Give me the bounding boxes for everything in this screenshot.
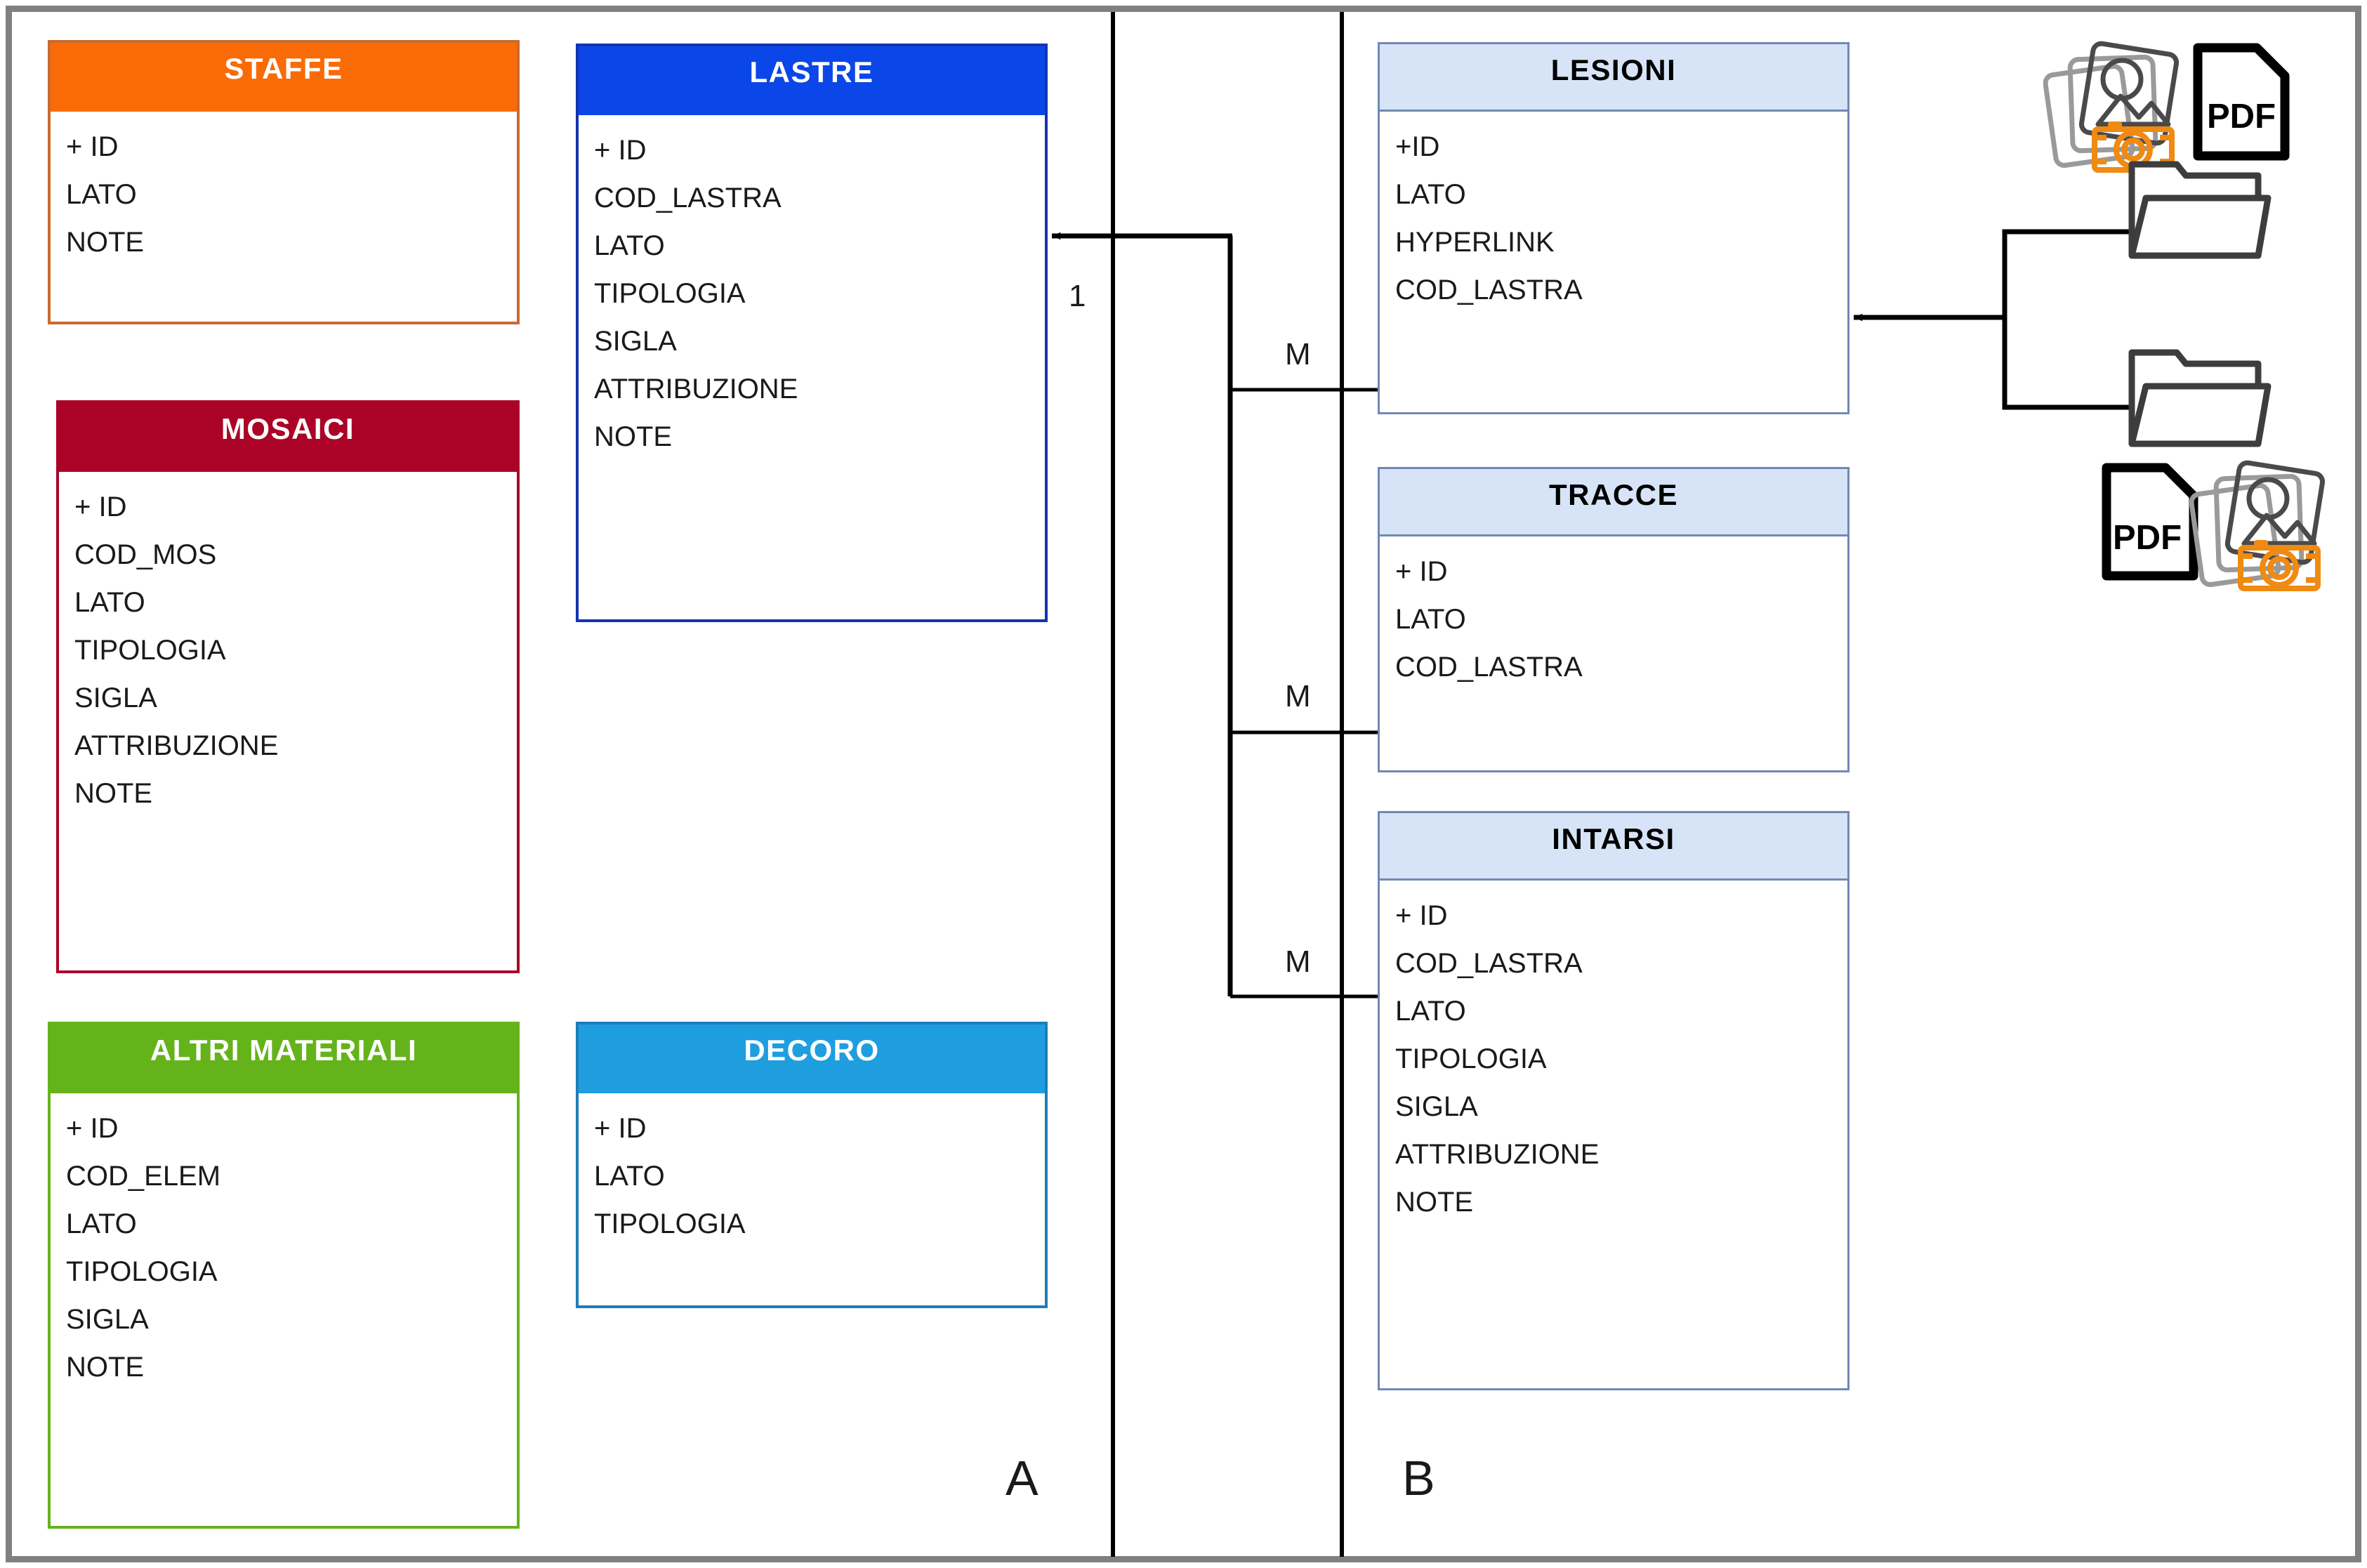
field: LATO (66, 1208, 137, 1239)
pdf-document-icon: PDF (2102, 463, 2198, 581)
field: + ID (66, 1113, 119, 1144)
entity-mosaici-title: MOSAICI (59, 403, 517, 472)
er-diagram-canvas: A B 1 M M M STAFFE + ID LATO NOTE MOSAIC… (0, 0, 2367, 1568)
entity-staffe[interactable]: STAFFE + ID LATO NOTE (48, 40, 520, 324)
entity-lastre-title: LASTRE (579, 46, 1045, 115)
field: NOTE (66, 1352, 145, 1383)
field: TIPOLOGIA (594, 1208, 746, 1239)
entity-tracce-title: TRACCE (1380, 469, 1847, 536)
field: ATTRIBUZIONE (74, 730, 279, 761)
field: + ID (1395, 556, 1448, 587)
field: NOTE (66, 227, 145, 258)
entity-altri-materiali-title: ALTRI MATERIALI (51, 1025, 517, 1093)
field: HYPERLINK (1395, 227, 1555, 258)
field: + ID (66, 131, 119, 162)
field: + ID (74, 492, 127, 522)
attachment-cluster-top: PDF (2036, 21, 2345, 259)
field: ATTRIBUZIONE (594, 374, 798, 404)
field: SIGLA (74, 683, 157, 713)
field: COD_LASTRA (1395, 652, 1583, 683)
field: SIGLA (1395, 1091, 1478, 1122)
field: LATO (1395, 604, 1466, 635)
field: +ID (1395, 131, 1440, 162)
entity-lesioni-fields: +ID LATO HYPERLINK COD_LASTRA (1380, 112, 1847, 327)
entity-lastre-fields: + ID COD_LASTRA LATO TIPOLOGIA SIGLA ATT… (579, 115, 1045, 473)
field: ATTRIBUZIONE (1395, 1139, 1600, 1170)
cardinality-many-lesioni: M (1285, 337, 1311, 371)
pdf-label: PDF (2207, 98, 2276, 136)
field: COD_LASTRA (1395, 275, 1583, 305)
field: TIPOLOGIA (74, 635, 226, 666)
field: COD_LASTRA (594, 183, 782, 213)
entity-staffe-title: STAFFE (51, 43, 517, 112)
field: LATO (594, 230, 665, 261)
field: COD_ELEM (66, 1161, 221, 1192)
entity-lesioni[interactable]: LESIONI +ID LATO HYPERLINK COD_LASTRA (1378, 42, 1850, 414)
entity-altri-materiali[interactable]: ALTRI MATERIALI + ID COD_ELEM LATO TIPOL… (48, 1022, 520, 1529)
panel-label-b: B (1402, 1451, 1435, 1506)
field: LATO (66, 179, 137, 210)
field: TIPOLOGIA (66, 1256, 218, 1287)
entity-intarsi-fields: + ID COD_LASTRA LATO TIPOLOGIA SIGLA ATT… (1380, 881, 1847, 1239)
field: COD_MOS (74, 539, 217, 570)
entity-altri-materiali-fields: + ID COD_ELEM LATO TIPOLOGIA SIGLA NOTE (51, 1093, 517, 1404)
entity-intarsi[interactable]: INTARSI + ID COD_LASTRA LATO TIPOLOGIA S… (1378, 811, 1850, 1390)
field: LATO (1395, 179, 1466, 210)
field: NOTE (74, 778, 153, 809)
field: NOTE (594, 421, 673, 452)
field: NOTE (1395, 1187, 1474, 1218)
entity-intarsi-title: INTARSI (1380, 813, 1847, 881)
attachment-cluster-bottom: PDF (2036, 309, 2345, 597)
field: SIGLA (66, 1304, 149, 1335)
entity-decoro-title: DECORO (579, 1025, 1045, 1093)
pdf-label: PDF (2113, 519, 2182, 557)
field: LATO (1395, 996, 1466, 1027)
field: COD_LASTRA (1395, 948, 1583, 979)
field: + ID (594, 1113, 647, 1144)
entity-tracce[interactable]: TRACCE + ID LATO COD_LASTRA (1378, 467, 1850, 772)
entity-tracce-fields: + ID LATO COD_LASTRA (1380, 536, 1847, 704)
camera-icon (2238, 540, 2321, 591)
field: TIPOLOGIA (594, 278, 746, 309)
field: SIGLA (594, 326, 677, 357)
panel-divider-left (1111, 12, 1115, 1557)
entity-decoro-fields: + ID LATO TIPOLOGIA (579, 1093, 1045, 1260)
entity-mosaici[interactable]: MOSAICI + ID COD_MOS LATO TIPOLOGIA SIGL… (56, 400, 520, 973)
entity-decoro[interactable]: DECORO + ID LATO TIPOLOGIA (576, 1022, 1048, 1308)
field: TIPOLOGIA (1395, 1043, 1547, 1074)
entity-mosaici-fields: + ID COD_MOS LATO TIPOLOGIA SIGLA ATTRIB… (59, 472, 517, 830)
panel-divider-right (1340, 12, 1344, 1557)
field: LATO (74, 587, 145, 618)
folder-icon (2128, 349, 2272, 447)
cardinality-many-tracce: M (1285, 679, 1311, 713)
entity-staffe-fields: + ID LATO NOTE (51, 112, 517, 279)
cardinality-many-intarsi: M (1285, 944, 1311, 979)
panel-label-a: A (1006, 1451, 1039, 1506)
pdf-document-icon: PDF (2193, 43, 2290, 161)
entity-lesioni-title: LESIONI (1380, 44, 1847, 112)
field: + ID (1395, 900, 1448, 931)
field: LATO (594, 1161, 665, 1192)
folder-icon (2128, 161, 2272, 259)
field: + ID (594, 135, 647, 166)
entity-lastre[interactable]: LASTRE + ID COD_LASTRA LATO TIPOLOGIA SI… (576, 44, 1048, 622)
cardinality-one-lastre: 1 (1069, 279, 1086, 313)
